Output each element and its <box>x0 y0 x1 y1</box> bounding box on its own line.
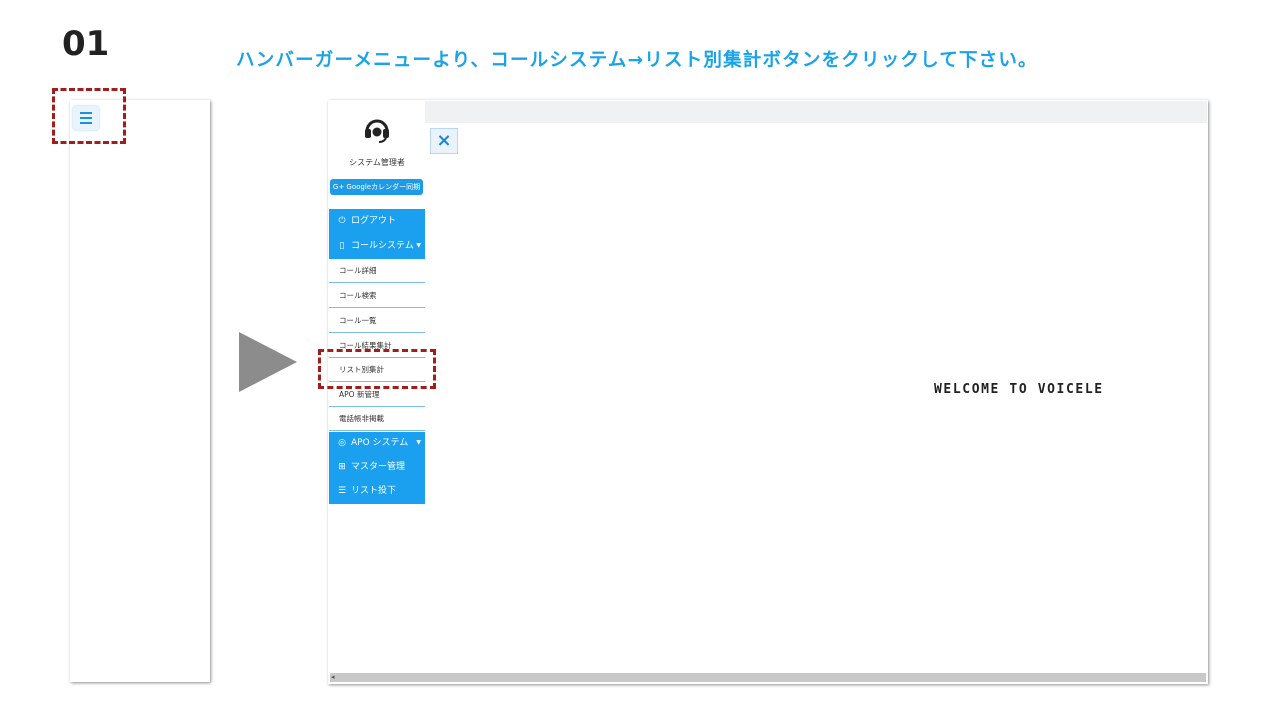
list-summary-highlight-box <box>318 349 436 389</box>
step-arrow-icon <box>239 332 297 392</box>
sidebar-item-logout[interactable]: ⏻ ログアウト <box>329 210 425 232</box>
user-name: システム管理者 <box>349 158 405 167</box>
submenu-call-detail[interactable]: コール詳細 <box>329 259 425 283</box>
power-icon: ⏻ <box>338 216 346 226</box>
horizontal-scrollbar[interactable] <box>330 673 1206 682</box>
sidebar-item-call-system[interactable]: ▯ コールシステム ▼ <box>329 235 425 257</box>
submenu-call-list[interactable]: コール一覧 <box>329 309 425 333</box>
top-bar <box>425 101 1207 123</box>
submenu-call-search[interactable]: コール検索 <box>329 284 425 308</box>
hamburger-highlight-box <box>52 88 126 144</box>
call-system-label: コールシステム <box>351 241 414 251</box>
sliders-icon: ⊞ <box>338 462 346 472</box>
list-icon: ☰ <box>337 486 347 496</box>
submenu-unlisted-phone[interactable]: 電話帳非掲載 <box>329 407 425 431</box>
step-number: 01 <box>62 24 110 64</box>
logout-label: ログアウト <box>351 216 397 226</box>
sidebar-item-master[interactable]: ⊞ マスター管理 <box>329 456 425 478</box>
sidebar-item-apo-system[interactable]: ◎ APO システム ▼ <box>329 432 425 454</box>
sidebar-item-list-input[interactable]: ☰ リスト投下 <box>329 480 425 502</box>
scroll-left-icon[interactable]: ◂ <box>331 673 335 681</box>
master-label: マスター管理 <box>351 462 406 472</box>
globe-icon: ◎ <box>338 438 346 448</box>
caret-down-icon: ▼ <box>416 242 421 249</box>
instruction-text: ハンバーガーメニューより、コールシステム→リスト別集計ボタンをクリックして下さい… <box>236 50 1038 71</box>
caret-down-icon: ▼ <box>416 439 421 446</box>
phone-icon: ▯ <box>339 241 345 251</box>
welcome-text: WELCOME TO VOICELE <box>934 382 1104 397</box>
list-input-label: リスト投下 <box>351 486 397 496</box>
apo-system-label: APO システム <box>351 438 409 448</box>
close-icon[interactable]: × <box>430 128 458 154</box>
headset-icon <box>365 119 389 143</box>
google-calendar-sync-button[interactable]: G+ Googleカレンダー同期 <box>330 179 423 195</box>
before-screenshot <box>70 100 210 682</box>
